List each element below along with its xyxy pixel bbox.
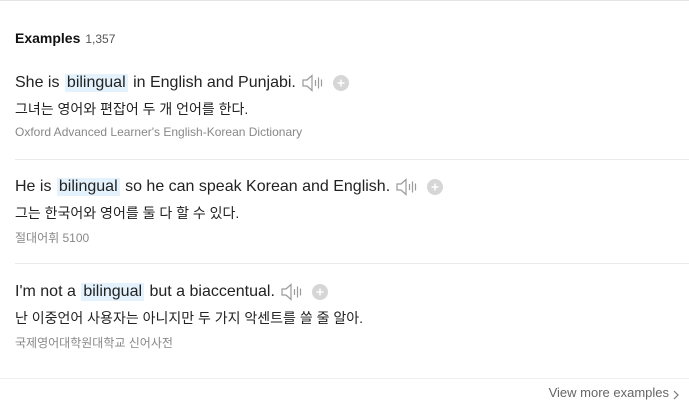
view-more-examples-link[interactable]: View more examples: [549, 385, 679, 400]
example-item: I'm not a bilingual but a biaccentual. 난…: [15, 280, 689, 360]
examples-count: 1,357: [85, 32, 116, 46]
sentence-before: She is: [15, 74, 64, 91]
highlighted-word[interactable]: bilingual: [81, 283, 145, 301]
example-item: He is bilingual so he can speak Korean a…: [15, 175, 689, 264]
example-translation: 그는 한국어와 영어를 둘 다 할 수 있다.: [15, 205, 240, 221]
highlighted-word[interactable]: bilingual: [64, 74, 128, 92]
speaker-icon[interactable]: [302, 74, 326, 92]
example-translation: 난 이중언어 사용자는 아니지만 두 가지 악센트를 쓸 줄 알아.: [15, 310, 364, 326]
example-source: Oxford Advanced Learner's English-Korean…: [15, 125, 303, 139]
example-sentence: She is bilingual in English and Punjabi.: [15, 71, 689, 95]
example-item: She is bilingual in English and Punjabi.…: [15, 71, 689, 160]
speaker-icon[interactable]: [281, 283, 305, 301]
sentence-before: I'm not a: [15, 283, 81, 300]
sentence-after: so he can speak Korean and English.: [120, 178, 391, 195]
speaker-icon[interactable]: [396, 178, 420, 196]
view-more-label: View more examples: [548, 385, 669, 400]
example-source: 절대어휘 5100: [15, 231, 90, 245]
highlighted-word[interactable]: bilingual: [56, 178, 120, 196]
example-sentence: I'm not a bilingual but a biaccentual.: [15, 280, 689, 304]
sentence-after: in English and Punjabi.: [128, 74, 296, 91]
examples-title: Examples: [15, 30, 81, 46]
plus-circle-icon[interactable]: [311, 284, 328, 300]
example-source: 국제영어대학원대학교 신어사전: [15, 336, 173, 350]
footer-divider: [0, 378, 689, 379]
examples-panel: Examples 1,357 She is bilingual in Engli…: [0, 0, 689, 409]
example-sentence: He is bilingual so he can speak Korean a…: [15, 175, 689, 199]
sentence-after: but a biaccentual.: [145, 283, 275, 300]
chevron-right-icon: [673, 388, 679, 399]
example-translation: 그녀는 영어와 편잡어 두 개 언어를 한다.: [15, 101, 249, 117]
sentence-before: He is: [15, 178, 56, 195]
plus-circle-icon[interactable]: [427, 179, 444, 195]
examples-header: Examples 1,357: [15, 30, 115, 46]
plus-circle-icon[interactable]: [332, 75, 349, 91]
